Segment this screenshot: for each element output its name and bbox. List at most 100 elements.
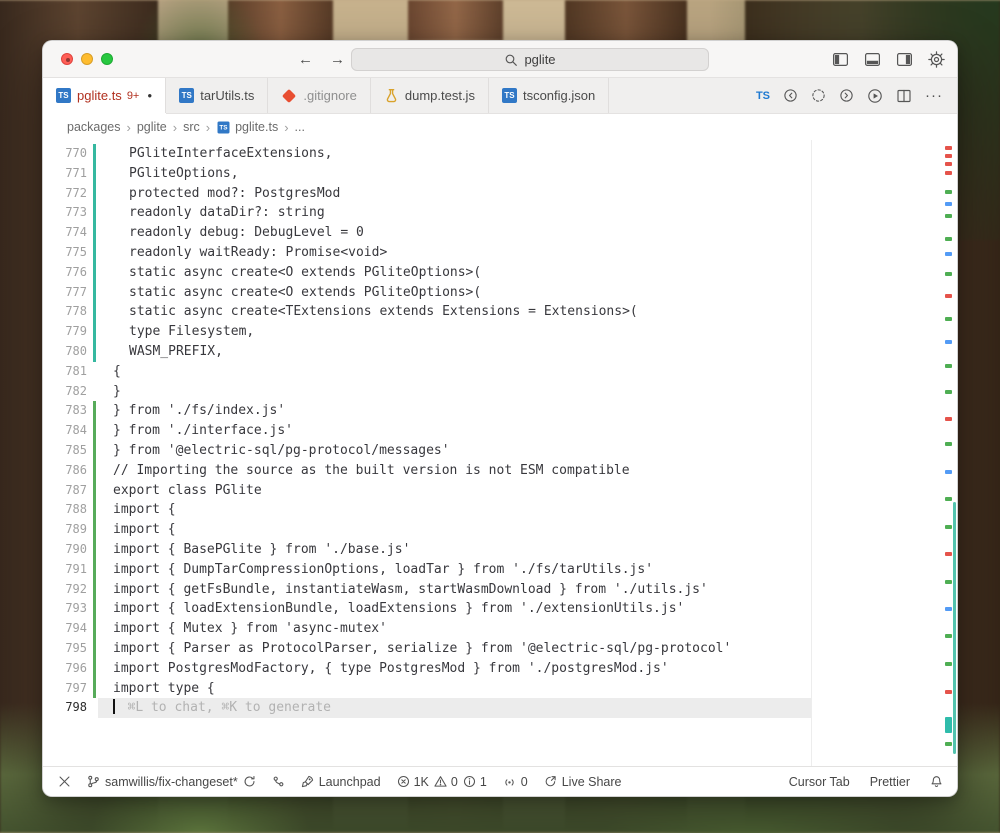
- code-line-797[interactable]: 797 import type {: [43, 678, 957, 699]
- git-gutter-decoration: [93, 382, 96, 402]
- nav-forward-circle-icon[interactable]: [839, 88, 854, 103]
- code-line-779[interactable]: 779 type Filesystem,: [43, 322, 957, 342]
- code-line-774[interactable]: 774 readonly debug: DebugLevel = 0: [43, 223, 957, 243]
- code-text: } from './fs/index.js': [113, 403, 286, 419]
- code-line-782[interactable]: 782}: [43, 382, 957, 402]
- code-line-776[interactable]: 776 static async create<O extends PGliteO…: [43, 262, 957, 283]
- git-branch-indicator[interactable]: samwillis/fix-changeset*: [87, 775, 256, 789]
- tab-label: tarUtils.ts: [200, 88, 255, 103]
- tab-gitignore[interactable]: .gitignore: [268, 78, 371, 113]
- code-text: import type {: [113, 680, 215, 696]
- overview-ruler[interactable]: [941, 142, 957, 764]
- code-line-798[interactable]: 798 ⌘L to chat, ⌘K to generate: [43, 698, 957, 719]
- chevron-right-icon: ›: [126, 119, 131, 135]
- code-line-791[interactable]: 791 import { DumpTarCompressionOptions, l…: [43, 559, 957, 580]
- code-line-775[interactable]: 775 readonly waitReady: Promise<void>: [43, 242, 957, 263]
- code-line-785[interactable]: 785} from '@electric-sql/pg-protocol/mes…: [43, 440, 957, 461]
- live-share-button[interactable]: Live Share: [544, 775, 621, 789]
- warning-count: 0: [450, 774, 458, 789]
- formatter-indicator[interactable]: Prettier: [870, 775, 910, 789]
- git-gutter-decoration: [93, 262, 96, 283]
- code-line-792[interactable]: 792 import { getFsBundle, instantiateWasm…: [43, 579, 957, 600]
- launchpad-label: Launchpad: [318, 774, 381, 789]
- line-number: 790: [65, 541, 87, 556]
- overview-mark-green: [945, 364, 952, 368]
- code-text: // Importing the source as the built ver…: [113, 462, 630, 478]
- breadcrumb-item-pglite-ts[interactable]: TS pglite.ts: [216, 120, 278, 135]
- command-center-search[interactable]: pglite: [351, 48, 709, 71]
- ts-language-status-icon[interactable]: TS: [756, 90, 770, 102]
- toggle-panel-icon[interactable]: [864, 51, 881, 68]
- toggle-primary-sidebar-icon[interactable]: [832, 51, 849, 68]
- code-line-772[interactable]: 772 protected mod?: PostgresMod: [43, 183, 957, 204]
- code-line-784[interactable]: 784} from './interface.js': [43, 421, 957, 441]
- line-number: 787: [65, 482, 87, 497]
- git-graph-button[interactable]: [272, 775, 285, 788]
- breadcrumb-item-packages[interactable]: packages: [67, 120, 121, 134]
- tab-tsconfig-json[interactable]: TS tsconfig.json: [488, 78, 610, 113]
- overview-mark-red: [945, 171, 952, 175]
- code-text: readonly debug: DebugLevel = 0: [129, 225, 364, 241]
- overview-mark-blue: [945, 340, 952, 344]
- code-line-789[interactable]: 789 import {: [43, 520, 957, 540]
- code-line-788[interactable]: 788 import {: [43, 500, 957, 521]
- code-line-790[interactable]: 790 import { BasePGlite } from './base.js…: [43, 539, 957, 560]
- remote-indicator-icon[interactable]: [58, 775, 71, 788]
- code-text: import { BasePGlite } from './base.js': [113, 541, 411, 557]
- overview-mark-red: [945, 417, 952, 421]
- breadcrumb-item-pglite[interactable]: pglite: [137, 120, 167, 134]
- code-line-795[interactable]: 795 import { Parser as ProtocolParser, se…: [43, 638, 957, 659]
- problems-indicator[interactable]: 1K 0 1: [397, 775, 487, 789]
- tab-dump-test-js[interactable]: dump.test.js: [370, 78, 489, 113]
- code-line-780[interactable]: 780 WASM_PREFIX,: [43, 341, 957, 362]
- ports-indicator[interactable]: 0: [503, 775, 528, 789]
- zoom-window-button[interactable]: [101, 53, 113, 65]
- notifications-bell-icon[interactable]: [930, 775, 943, 788]
- code-text: protected mod?: PostgresMod: [129, 185, 341, 201]
- cursor-tab-toggle[interactable]: Cursor Tab: [789, 775, 850, 789]
- toggle-secondary-sidebar-icon[interactable]: [896, 51, 913, 68]
- code-line-771[interactable]: 771 PGliteOptions,: [43, 163, 957, 184]
- code-line-781[interactable]: 781 {: [43, 362, 957, 382]
- minimize-window-button[interactable]: [81, 53, 93, 65]
- code-line-793[interactable]: 793 import { loadExtensionBundle, loadExt…: [43, 599, 957, 620]
- line-number: 772: [65, 185, 87, 200]
- code-line-794[interactable]: 794 import { Mutex } from 'async-mutex': [43, 619, 957, 639]
- code-line-778[interactable]: 778 static async create<TExtensions exten…: [43, 302, 957, 323]
- line-number: 777: [65, 284, 87, 299]
- navigate-forward-button[interactable]: →: [330, 51, 345, 68]
- git-gutter-decoration: [93, 144, 96, 164]
- breadcrumb-item-[interactable]: ...: [295, 120, 305, 134]
- navigate-back-button[interactable]: ←: [298, 51, 313, 68]
- line-number: 794: [65, 621, 87, 636]
- symbol-circle-icon[interactable]: [811, 88, 826, 103]
- settings-gear-icon[interactable]: [928, 50, 945, 68]
- close-window-button[interactable]: [61, 53, 73, 65]
- tab-pglite-ts[interactable]: TS pglite.ts 9+ ●: [43, 78, 167, 113]
- tab-label: dump.test.js: [404, 88, 475, 103]
- launchpad-button[interactable]: Launchpad: [301, 775, 381, 789]
- git-gutter-decoration: [93, 559, 96, 580]
- run-file-icon[interactable]: [867, 88, 883, 104]
- split-editor-icon[interactable]: [896, 88, 912, 104]
- git-gutter-decoration: [93, 678, 96, 699]
- more-actions-icon[interactable]: ···: [925, 87, 943, 104]
- code-line-773[interactable]: 773 readonly dataDir?: string: [43, 203, 957, 224]
- code-line-783[interactable]: 783} from './fs/index.js': [43, 401, 957, 422]
- nav-back-circle-icon[interactable]: [783, 88, 798, 103]
- git-gutter-decoration: [93, 302, 96, 323]
- code-line-770[interactable]: 770 PGliteInterfaceExtensions,: [43, 144, 957, 164]
- code-line-787[interactable]: 787 export class PGlite: [43, 480, 957, 501]
- code-editor[interactable]: 770 PGliteInterfaceExtensions, 771 PGliteOp…: [43, 140, 957, 766]
- overview-mark-green: [945, 317, 952, 321]
- overview-mark-green: [945, 390, 952, 394]
- text-cursor: [113, 699, 115, 715]
- tab-tarutils-ts[interactable]: TS tarUtils.ts: [166, 78, 269, 113]
- breadcrumb-item-src[interactable]: src: [183, 120, 200, 134]
- search-value: pglite: [524, 52, 556, 67]
- overview-mark-red: [945, 690, 952, 694]
- overview-mark-blue: [945, 607, 952, 611]
- code-line-796[interactable]: 796 import PostgresModFactory, { type Pos…: [43, 658, 957, 679]
- code-line-786[interactable]: 786 // Importing the source as the built …: [43, 460, 957, 481]
- code-line-777[interactable]: 777 static async create<O extends PGliteO…: [43, 282, 957, 303]
